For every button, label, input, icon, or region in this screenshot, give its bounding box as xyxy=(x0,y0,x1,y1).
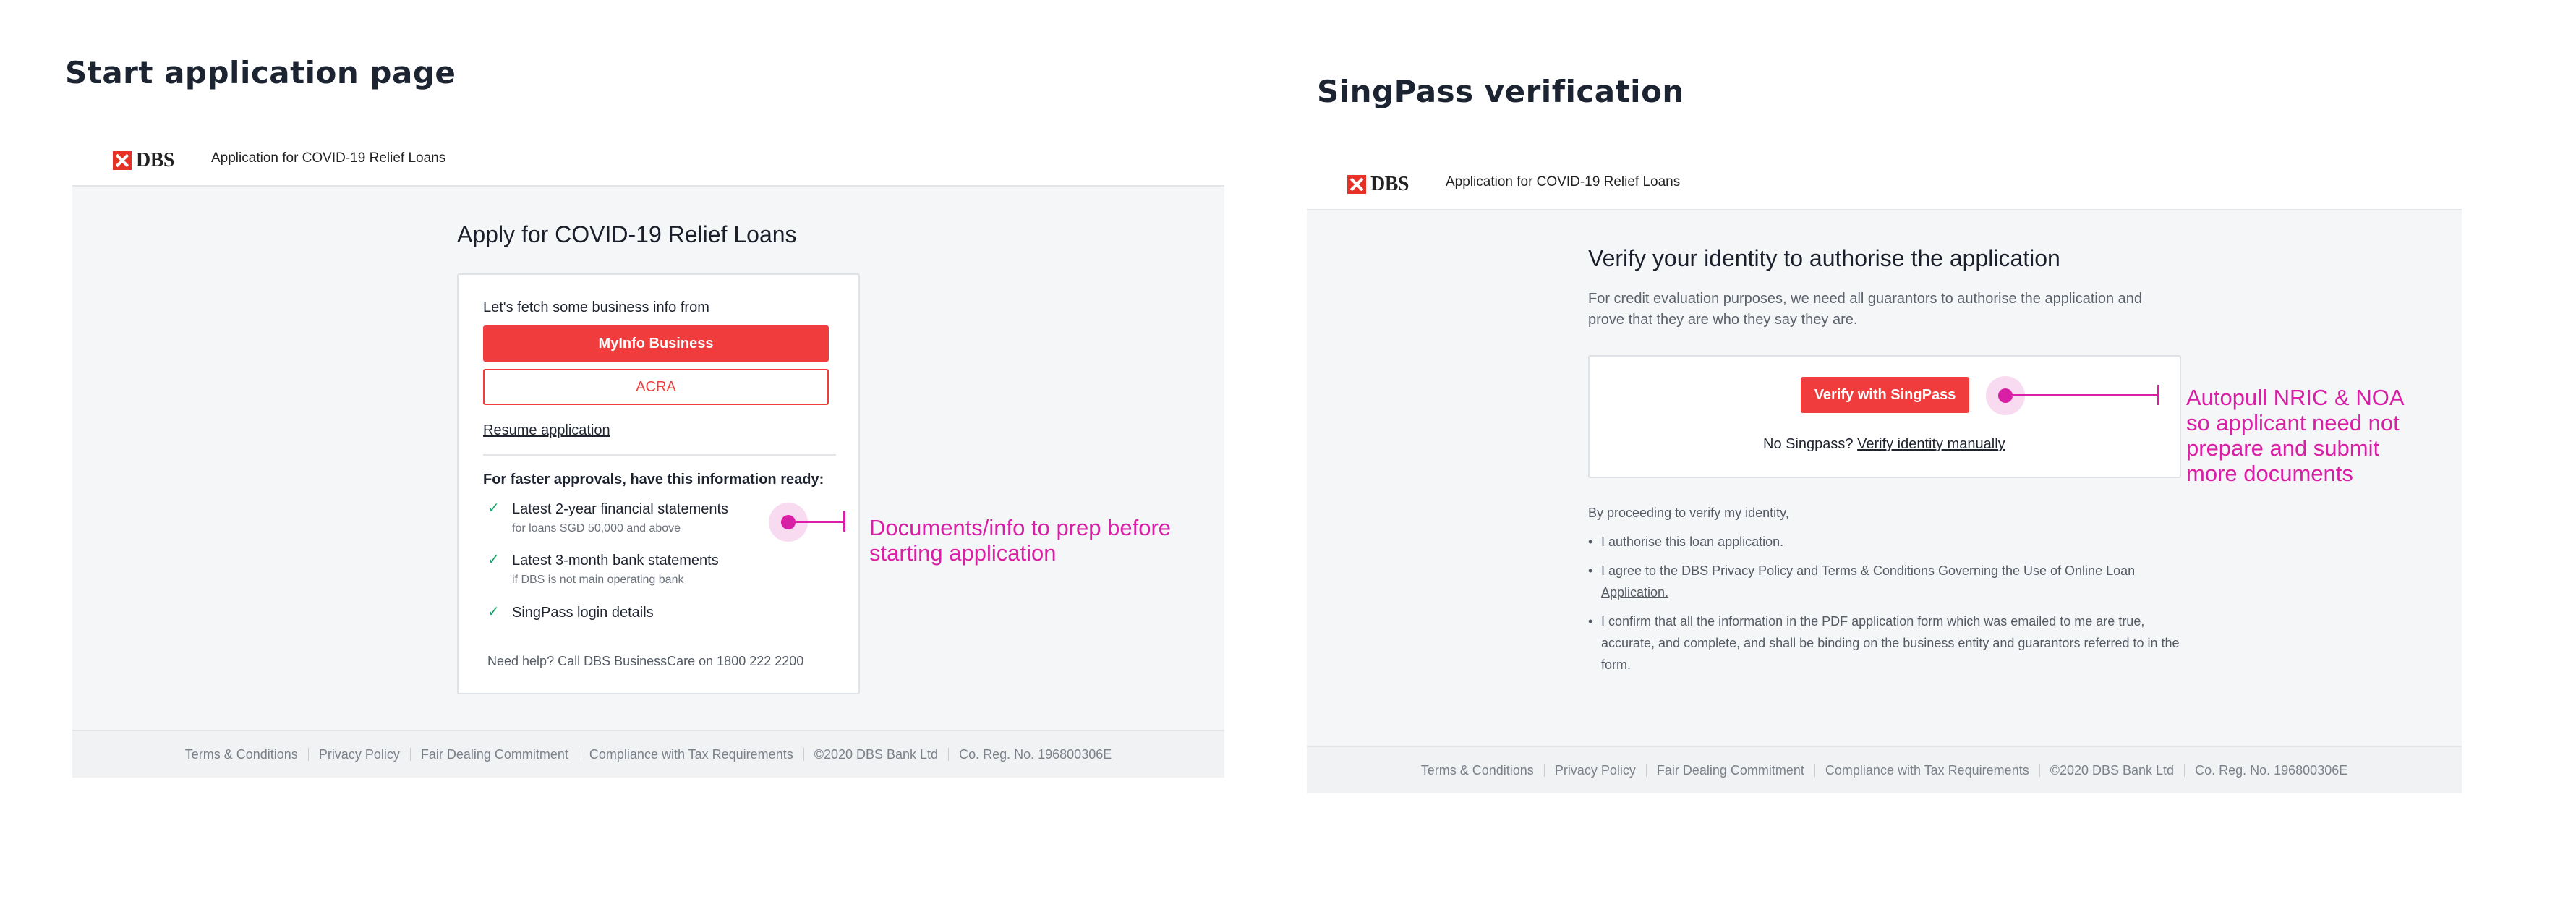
footer-reg-no: Co. Reg. No. 196800306E xyxy=(959,746,1112,762)
start-application-frame: DBS Application for COVID-19 Relief Loan… xyxy=(72,130,1224,778)
page-header: DBS Application for COVID-19 Relief Loan… xyxy=(1307,154,2462,210)
section-title-singpass-verification: SingPass verification xyxy=(1317,74,1684,109)
checklist-item-subtitle: if DBS is not main operating bank xyxy=(512,574,684,586)
page-footer: Terms & Conditions Privacy Policy Fair D… xyxy=(1307,746,2462,793)
annotation-autopull: Autopull NRIC & NOA so applicant need no… xyxy=(2186,385,2405,486)
logo-text: DBS xyxy=(1370,173,1409,195)
annotation-connector xyxy=(2005,394,2159,396)
acra-button[interactable]: ACRA xyxy=(483,369,829,405)
footer-link-privacy[interactable]: Privacy Policy xyxy=(319,747,400,762)
faster-approvals-title: For faster approvals, have this informat… xyxy=(483,472,824,487)
page-heading: Verify your identity to authorise the ap… xyxy=(1588,245,2060,271)
check-icon: ✓ xyxy=(487,604,500,620)
dbs-logo-icon xyxy=(1347,175,1366,194)
footer-link-privacy[interactable]: Privacy Policy xyxy=(1555,763,1636,778)
annotation-documents-prep: Documents/info to prep before starting a… xyxy=(869,515,1172,566)
checklist-item-title: Latest 3-month bank statements xyxy=(512,553,719,569)
privacy-policy-link[interactable]: DBS Privacy Policy xyxy=(1681,563,1793,578)
checklist-item-title: Latest 2-year financial statements xyxy=(512,501,729,517)
page-header: DBS Application for COVID-19 Relief Loan… xyxy=(72,130,1224,187)
footer-link-tax[interactable]: Compliance with Tax Requirements xyxy=(1825,763,2029,778)
checklist-item-title: SingPass login details xyxy=(512,605,654,621)
application-start-card: Let's fetch some business info from MyIn… xyxy=(457,273,860,694)
header-title: Application for COVID-19 Relief Loans xyxy=(1446,174,1681,190)
check-icon: ✓ xyxy=(487,501,500,516)
no-singpass-row: No Singpass? Verify identity manually xyxy=(1763,436,2005,452)
checklist-item: ✓ Latest 3-month bank statements if DBS … xyxy=(487,552,719,587)
dbs-logo[interactable]: DBS xyxy=(113,149,174,172)
footer-link-terms[interactable]: Terms & Conditions xyxy=(185,747,298,762)
annotation-connector-cap xyxy=(843,511,845,532)
section-title-start-application: Start application page xyxy=(65,55,456,90)
header-title: Application for COVID-19 Relief Loans xyxy=(211,150,446,166)
logo-text: DBS xyxy=(136,149,174,171)
footer-link-fair-dealing[interactable]: Fair Dealing Commitment xyxy=(1657,763,1804,778)
checklist-item-subtitle: for loans SGD 50,000 and above xyxy=(512,522,681,535)
annotation-connector-cap xyxy=(2157,385,2159,405)
footer-link-fair-dealing[interactable]: Fair Dealing Commitment xyxy=(421,747,568,762)
consent-item: I agree to the DBS Privacy Policy and Te… xyxy=(1588,560,2188,603)
footer-copyright: ©2020 DBS Bank Ltd xyxy=(814,746,939,762)
page-footer: Terms & Conditions Privacy Policy Fair D… xyxy=(72,730,1224,778)
consent-item: I authorise this loan application. xyxy=(1588,531,2188,553)
annotation-connector xyxy=(788,521,845,523)
verify-manually-link[interactable]: Verify identity manually xyxy=(1857,436,2005,452)
myinfo-business-button[interactable]: MyInfo Business xyxy=(483,325,829,362)
help-text: Need help? Call DBS BusinessCare on 1800… xyxy=(487,654,804,668)
consent-item: I confirm that all the information in th… xyxy=(1588,610,2188,676)
checklist-item: ✓ Latest 2-year financial statements for… xyxy=(487,501,728,535)
fetch-label: Let's fetch some business info from xyxy=(483,299,709,315)
check-icon: ✓ xyxy=(487,552,500,568)
checklist-item: ✓ SingPass login details xyxy=(487,604,654,621)
footer-copyright: ©2020 DBS Bank Ltd xyxy=(2050,762,2175,778)
consent-list: I authorise this loan application. I agr… xyxy=(1588,531,2188,683)
description: For credit evaluation purposes, we need … xyxy=(1588,291,2143,328)
footer-link-tax[interactable]: Compliance with Tax Requirements xyxy=(589,747,793,762)
verify-card: Verify with SingPass No Singpass? Verify… xyxy=(1588,355,2181,478)
footer-link-terms[interactable]: Terms & Conditions xyxy=(1421,763,1534,778)
dbs-logo-icon xyxy=(113,151,132,170)
footer-reg-no: Co. Reg. No. 196800306E xyxy=(2195,762,2348,778)
verify-with-singpass-button[interactable]: Verify with SingPass xyxy=(1801,377,1969,413)
divider xyxy=(483,454,836,456)
proceed-text: By proceeding to verify my identity, xyxy=(1588,506,1789,520)
page-heading: Apply for COVID-19 Relief Loans xyxy=(457,221,797,247)
dbs-logo[interactable]: DBS xyxy=(1347,173,1409,196)
resume-application-link[interactable]: Resume application xyxy=(483,422,610,439)
